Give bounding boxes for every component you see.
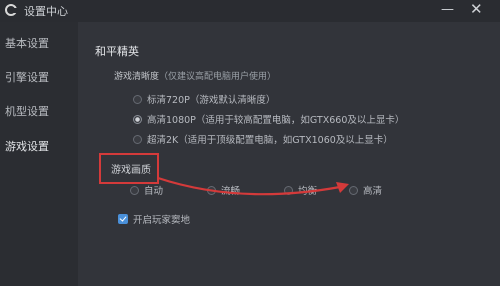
checkbox-checked-icon[interactable] (118, 214, 128, 224)
player-feature-checkbox-row[interactable]: 开启玩家窦地 (118, 212, 190, 226)
annotation-arrow-icon (157, 176, 349, 196)
checkbox-label: 开启玩家窦地 (133, 215, 191, 226)
